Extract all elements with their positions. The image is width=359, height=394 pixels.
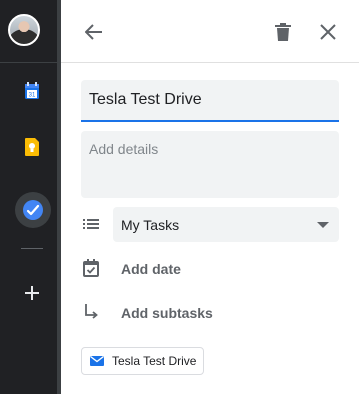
keep-icon[interactable] (21, 136, 43, 158)
delete-button[interactable] (270, 19, 296, 45)
task-list-label: My Tasks (121, 216, 180, 233)
linked-email-subject: Tesla Test Drive (112, 354, 197, 368)
add-date-button[interactable]: Add date (121, 261, 181, 277)
avatar[interactable] (8, 14, 40, 46)
task-detail-panel: My Tasks Add date Add subtasks Tesla Tes… (61, 0, 359, 394)
trash-icon (275, 23, 291, 41)
rail-divider (21, 248, 43, 249)
add-subtasks-button[interactable]: Add subtasks (121, 305, 213, 321)
task-list-select[interactable]: My Tasks (113, 207, 339, 242)
close-icon (320, 24, 336, 40)
chevron-down-icon (317, 221, 329, 228)
subtask-arrow-icon (81, 302, 101, 322)
arrow-left-icon (85, 24, 102, 40)
mail-icon (90, 355, 104, 367)
add-icon[interactable] (21, 282, 43, 304)
task-details-input[interactable] (81, 131, 339, 198)
calendar-day-text: 31 (29, 93, 36, 99)
task-details-field[interactable] (81, 131, 339, 198)
calendar-check-icon (81, 258, 101, 278)
back-button[interactable] (81, 19, 107, 45)
close-button[interactable] (315, 19, 341, 45)
rail-header (0, 0, 61, 63)
task-title-input[interactable] (81, 80, 339, 120)
task-title-field[interactable] (81, 80, 339, 122)
linked-email-chip[interactable]: Tesla Test Drive (81, 347, 204, 375)
list-icon (81, 214, 101, 234)
calendar-icon[interactable]: 31 (21, 80, 43, 102)
tasks-icon[interactable] (15, 192, 51, 228)
side-rail: 31 (0, 0, 61, 394)
panel-header (61, 0, 359, 63)
